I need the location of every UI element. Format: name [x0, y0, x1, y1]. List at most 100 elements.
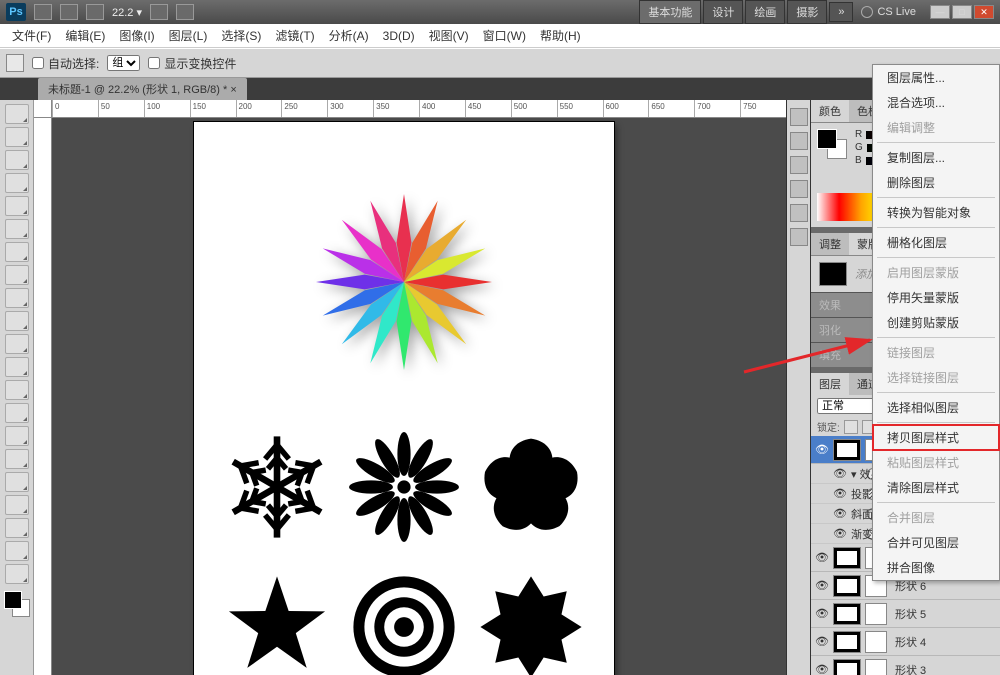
- context-menu-item[interactable]: 拼合图像: [873, 555, 999, 580]
- color-swatch[interactable]: [4, 591, 30, 617]
- window-close[interactable]: ✕: [974, 5, 994, 19]
- history-brush-tool[interactable]: [5, 311, 29, 331]
- context-menu-item[interactable]: 停用矢量蒙版: [873, 285, 999, 310]
- wand-tool[interactable]: [5, 173, 29, 193]
- eyedropper-tool[interactable]: [5, 219, 29, 239]
- menu-file[interactable]: 文件(F): [6, 24, 57, 47]
- healing-tool[interactable]: [5, 242, 29, 262]
- layer-thumb: [833, 439, 861, 461]
- window-maximize[interactable]: □: [952, 5, 972, 19]
- lasso-tool[interactable]: [5, 150, 29, 170]
- menu-edit[interactable]: 编辑(E): [59, 24, 111, 47]
- context-menu-item[interactable]: 转换为智能对象: [873, 200, 999, 225]
- menu-window[interactable]: 窗口(W): [477, 24, 532, 47]
- type-tool[interactable]: [5, 449, 29, 469]
- context-menu-item[interactable]: 删除图层: [873, 170, 999, 195]
- menu-view[interactable]: 视图(V): [423, 24, 475, 47]
- shape-snowflake: [222, 432, 332, 542]
- layer-row[interactable]: 👁 形状 5: [811, 600, 1000, 628]
- dodge-tool[interactable]: [5, 403, 29, 423]
- context-menu-item[interactable]: 图层属性...: [873, 65, 999, 90]
- layer-thumb: [833, 575, 861, 597]
- path-select-tool[interactable]: [5, 472, 29, 492]
- workspace-tab-basic[interactable]: 基本功能: [639, 0, 701, 24]
- move-tool-icon[interactable]: [6, 54, 24, 72]
- document-tab-bar: 未标题-1 @ 22.2% (形状 1, RGB/8) * ×: [0, 78, 1000, 100]
- menu-select[interactable]: 选择(S): [215, 24, 267, 47]
- 3d-tool[interactable]: [5, 518, 29, 538]
- document-tab[interactable]: 未标题-1 @ 22.2% (形状 1, RGB/8) * ×: [38, 78, 247, 100]
- context-menu-item[interactable]: 创建剪贴蒙版: [873, 310, 999, 335]
- color-tab[interactable]: 颜色: [811, 100, 849, 122]
- character-panel-icon[interactable]: [790, 156, 808, 174]
- history-panel-icon[interactable]: [790, 108, 808, 126]
- visibility-icon[interactable]: 👁: [811, 607, 833, 620]
- visibility-icon[interactable]: 👁: [811, 579, 833, 592]
- paragraph-panel-icon[interactable]: [790, 180, 808, 198]
- window-minimize[interactable]: —: [930, 5, 950, 19]
- context-menu-item[interactable]: 复制图层...: [873, 145, 999, 170]
- document-canvas[interactable]: [194, 122, 614, 675]
- visibility-icon[interactable]: 👁: [811, 443, 833, 456]
- layer-thumb: [833, 547, 861, 569]
- brush-panel-icon[interactable]: [790, 204, 808, 222]
- bridge-icon[interactable]: [34, 4, 52, 20]
- menu-separator: [877, 257, 995, 258]
- auto-select-checkbox[interactable]: 自动选择:: [32, 55, 99, 72]
- show-transform-checkbox[interactable]: 显示变换控件: [148, 55, 236, 72]
- workspace-tab-paint[interactable]: 绘画: [745, 0, 785, 24]
- layers-tab[interactable]: 图层: [811, 373, 849, 395]
- zoom-level[interactable]: 22.2 ▾: [112, 6, 142, 19]
- visibility-icon[interactable]: 👁: [811, 635, 833, 648]
- shape-tool[interactable]: [5, 495, 29, 515]
- context-menu-item[interactable]: 栅格化图层: [873, 230, 999, 255]
- visibility-icon[interactable]: 👁: [811, 551, 833, 564]
- minibridge-icon[interactable]: [60, 4, 78, 20]
- layer-row[interactable]: 👁形状 3: [811, 656, 1000, 675]
- screen-mode-icon[interactable]: [176, 4, 194, 20]
- menu-help[interactable]: 帮助(H): [534, 24, 587, 47]
- eraser-tool[interactable]: [5, 334, 29, 354]
- zoom-tool[interactable]: [5, 564, 29, 584]
- ps-logo: Ps: [6, 3, 26, 21]
- context-menu-item[interactable]: 拷贝图层样式: [873, 425, 999, 450]
- context-menu-item[interactable]: 选择相似图层: [873, 395, 999, 420]
- menu-separator: [877, 197, 995, 198]
- layer-mask-thumb: [865, 659, 887, 675]
- workspace-more[interactable]: »: [829, 2, 853, 22]
- layer-row[interactable]: 👁形状 4: [811, 628, 1000, 656]
- adjustments-tab[interactable]: 调整: [811, 233, 849, 255]
- context-menu-item[interactable]: 清除图层样式: [873, 475, 999, 500]
- auto-select-dropdown[interactable]: 组: [107, 55, 140, 71]
- menu-layer[interactable]: 图层(L): [163, 24, 214, 47]
- lock-transparent-icon[interactable]: [844, 420, 858, 434]
- context-menu-item[interactable]: 混合选项...: [873, 90, 999, 115]
- actions-panel-icon[interactable]: [790, 132, 808, 150]
- workspace-tab-photo[interactable]: 摄影: [787, 0, 827, 24]
- menu-analysis[interactable]: 分析(A): [323, 24, 375, 47]
- pen-tool[interactable]: [5, 426, 29, 446]
- menu-3d[interactable]: 3D(D): [377, 26, 421, 46]
- menu-image[interactable]: 图像(I): [113, 24, 160, 47]
- cslive-button[interactable]: CS Live: [855, 6, 922, 18]
- blur-tool[interactable]: [5, 380, 29, 400]
- layer-name: 形状 5: [893, 606, 1000, 622]
- marquee-tool[interactable]: [5, 127, 29, 147]
- visibility-icon[interactable]: 👁: [811, 663, 833, 675]
- menu-filter[interactable]: 滤镜(T): [269, 24, 320, 47]
- stamp-tool[interactable]: [5, 288, 29, 308]
- crop-tool[interactable]: [5, 196, 29, 216]
- view-extras-icon[interactable]: [86, 4, 104, 20]
- move-tool[interactable]: [5, 104, 29, 124]
- workspace-tab-design[interactable]: 设计: [703, 0, 743, 24]
- shape-8star: [476, 572, 586, 675]
- menu-separator: [877, 422, 995, 423]
- context-menu-item[interactable]: 合并可见图层: [873, 530, 999, 555]
- brush-tool[interactable]: [5, 265, 29, 285]
- ruler-horizontal: 0501001502002503003504004505005506006507…: [52, 100, 786, 118]
- gradient-tool[interactable]: [5, 357, 29, 377]
- clone-panel-icon[interactable]: [790, 228, 808, 246]
- hand-tool[interactable]: [5, 541, 29, 561]
- menu-separator: [877, 142, 995, 143]
- view-icon[interactable]: [150, 4, 168, 20]
